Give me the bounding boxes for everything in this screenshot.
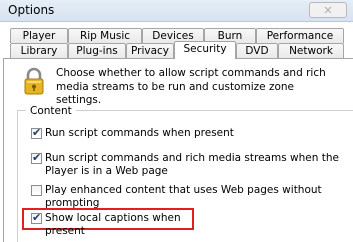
tab-player[interactable]: Player bbox=[10, 28, 68, 43]
close-button[interactable]: ✕ bbox=[309, 2, 347, 18]
lock-icon bbox=[23, 67, 45, 99]
play-enhanced-content-checkbox[interactable] bbox=[31, 185, 42, 196]
tab-library[interactable]: Library bbox=[10, 43, 68, 58]
play-enhanced-content-label: Play enhanced content that uses Web page… bbox=[45, 184, 322, 209]
show-local-captions-label: Show local captions when present bbox=[45, 212, 181, 237]
check-icon: ✔ bbox=[32, 211, 42, 224]
tab-performance[interactable]: Performance bbox=[256, 28, 344, 43]
check-icon: ✔ bbox=[32, 126, 42, 139]
tab-plug-ins[interactable]: Plug-ins bbox=[68, 43, 126, 58]
tab-network[interactable]: Network bbox=[278, 43, 344, 58]
title-bar: Options ✕ bbox=[0, 0, 353, 22]
show-local-captions-checkbox[interactable]: ✔ bbox=[31, 211, 42, 224]
tab-privacy[interactable]: Privacy bbox=[126, 43, 174, 58]
content-group-label: Content bbox=[26, 105, 76, 117]
tab-security[interactable]: Security bbox=[174, 41, 236, 59]
run-script-web-page-label: Run script commands and rich media strea… bbox=[45, 152, 339, 177]
window-title: Options bbox=[8, 3, 55, 17]
run-script-commands-label: Run script commands when present bbox=[45, 127, 234, 139]
run-script-web-page-checkbox[interactable]: ✔ bbox=[31, 151, 42, 164]
tab-rip-music[interactable]: Rip Music bbox=[68, 28, 142, 43]
check-icon: ✔ bbox=[32, 151, 42, 164]
security-intro-text: Choose whether to allow script commands … bbox=[56, 67, 326, 106]
run-script-commands-checkbox[interactable]: ✔ bbox=[31, 126, 42, 139]
tab-dvd[interactable]: DVD bbox=[236, 43, 278, 58]
